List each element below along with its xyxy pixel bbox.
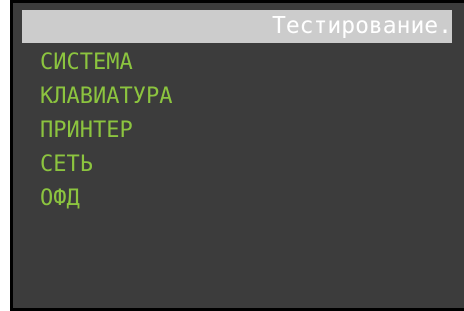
menu-item-system[interactable]: СИСТЕМА [40, 46, 172, 80]
page-title: Тестирование. [271, 13, 452, 39]
menu-item-keyboard[interactable]: КЛАВИАТУРА [40, 80, 172, 114]
menu-list: СИСТЕМА КЛАВИАТУРА ПРИНТЕР СЕТЬ ОФД [40, 46, 172, 216]
device-screen: Тестирование. СИСТЕМА КЛАВИАТУРА ПРИНТЕР… [10, 0, 464, 311]
menu-item-ofd[interactable]: ОФД [40, 182, 172, 216]
header-bar: Тестирование. [22, 10, 452, 43]
menu-item-network[interactable]: СЕТЬ [40, 148, 172, 182]
menu-item-printer[interactable]: ПРИНТЕР [40, 114, 172, 148]
